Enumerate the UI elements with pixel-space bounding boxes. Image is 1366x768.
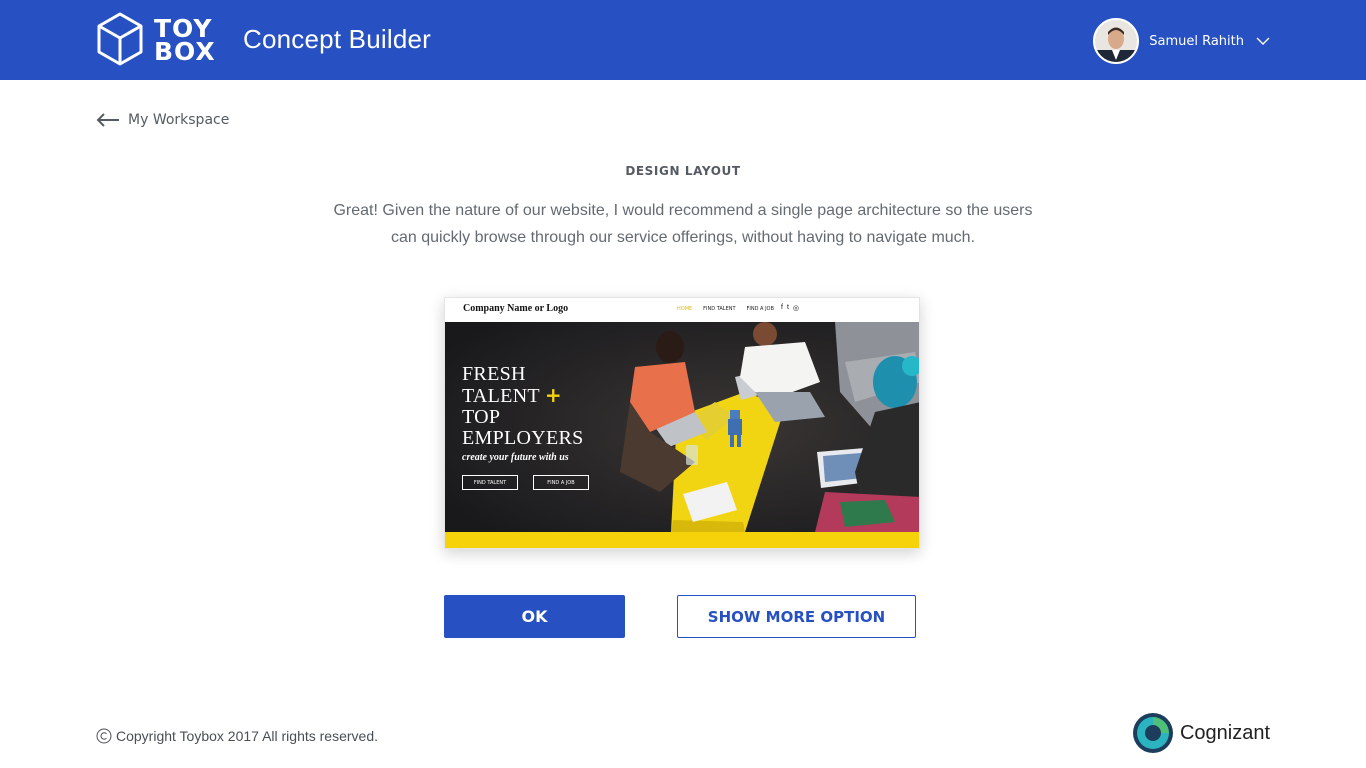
preview-navbar: Company Name or Logo HOME FIND TALENT FI… <box>445 298 919 322</box>
preview-menu-find-talent: FIND TALENT <box>703 306 736 312</box>
back-link-label: My Workspace <box>128 112 230 128</box>
cognizant-mark-icon <box>1132 713 1173 753</box>
copyright-icon <box>96 728 112 744</box>
preview-menu-home: HOME <box>677 306 693 312</box>
headline-line-1: FRESH <box>462 363 526 385</box>
layout-preview[interactable]: Company Name or Logo HOME FIND TALENT FI… <box>444 297 920 549</box>
instagram-icon: ◎ <box>792 305 800 312</box>
toybox-logo[interactable]: TOY BOX <box>96 10 220 70</box>
cognizant-logo[interactable]: Cognizant <box>1132 712 1270 754</box>
user-photo-icon <box>1095 20 1138 62</box>
logo-line-2: BOX <box>154 37 216 66</box>
arrow-left-icon <box>96 113 119 127</box>
headline-line-4: EMPLOYERS <box>462 427 584 449</box>
copyright-text: Copyright Toybox 2017 All rights reserve… <box>116 728 378 744</box>
copyright: Copyright Toybox 2017 All rights reserve… <box>96 728 378 744</box>
preview-hero-image: FRESH TALENT + TOP EMPLOYERS create your… <box>445 322 919 532</box>
chevron-down-icon <box>1256 37 1270 45</box>
preview-menu: HOME FIND TALENT FIND A JOB <box>677 306 774 312</box>
ok-button[interactable]: OK <box>444 595 625 638</box>
preview-tagline: create your future with us <box>462 452 569 463</box>
headline-line-2: TALENT + <box>462 385 584 407</box>
plus-icon: + <box>544 383 562 407</box>
logo-wordmark: TOY BOX <box>154 16 216 66</box>
headline-line-3: TOP <box>462 406 501 428</box>
back-to-workspace-link[interactable]: My Workspace <box>96 112 229 128</box>
preview-yellow-footer <box>445 532 919 548</box>
preview-find-talent-button: FIND TALENT <box>462 475 518 490</box>
avatar <box>1093 18 1140 64</box>
show-more-option-button[interactable]: SHOW MORE OPTION <box>677 595 916 638</box>
layout-description: Great! Given the nature of our website, … <box>333 202 1033 246</box>
preview-social-icons: f t ◎ <box>781 304 799 312</box>
preview-brand: Company Name or Logo <box>463 303 569 314</box>
facebook-icon: f <box>781 304 783 311</box>
preview-headline: FRESH TALENT + TOP EMPLOYERS <box>462 364 584 449</box>
user-menu[interactable]: Samuel Rahith <box>1093 18 1270 64</box>
headline-talent: TALENT <box>462 385 540 407</box>
cube-icon <box>97 12 143 66</box>
section-title: DESIGN LAYOUT <box>625 164 741 178</box>
user-name: Samuel Rahith <box>1149 33 1244 49</box>
app-title: Concept Builder <box>243 24 431 54</box>
cognizant-wordmark: Cognizant <box>1179 721 1270 744</box>
twitter-icon: t <box>786 304 789 311</box>
top-bar: TOY BOX Concept Builder Samuel Rahith <box>0 0 1366 80</box>
preview-find-job-button: FIND A JOB <box>533 475 589 490</box>
preview-menu-find-job: FIND A JOB <box>746 306 774 312</box>
